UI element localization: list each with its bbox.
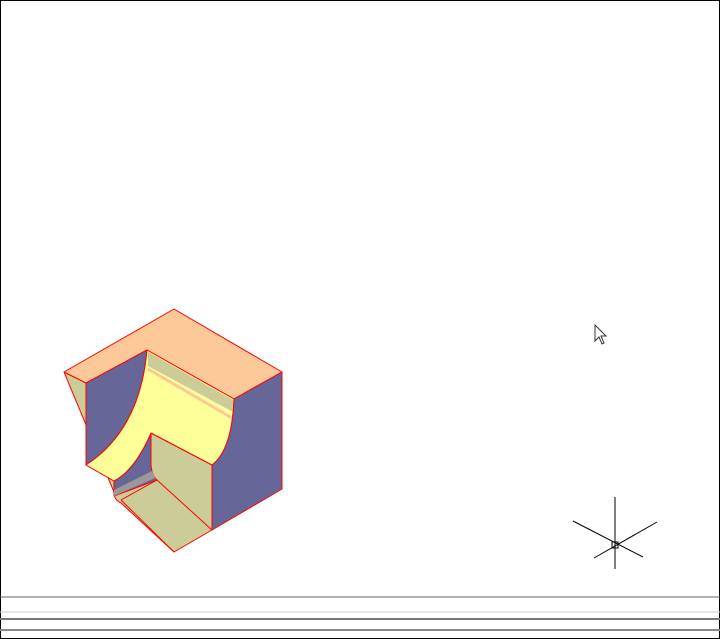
mouse-cursor-icon <box>594 323 608 345</box>
isometric-solid-model[interactable] <box>63 308 283 553</box>
command-line-area[interactable] <box>0 596 720 631</box>
ucs-compass-icon <box>572 497 658 569</box>
cad-application <box>0 0 720 639</box>
drawing-canvas[interactable] <box>0 0 720 639</box>
